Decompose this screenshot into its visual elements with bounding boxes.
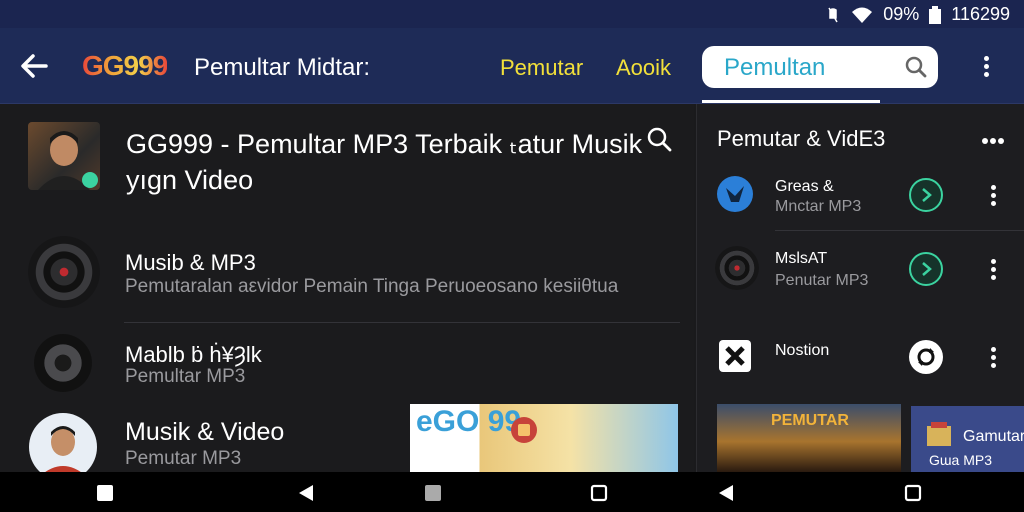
person-photo <box>38 131 98 190</box>
battery-icon <box>929 5 942 24</box>
play-button[interactable] <box>909 178 943 212</box>
app-bar: GG999 Pemultar Midtar: Pemutar Aooik Pem… <box>0 28 1024 104</box>
music-card-thumbnail[interactable]: Gamutar Gɯa MP3 <box>911 406 1024 472</box>
item-menu-icon[interactable] <box>987 344 999 371</box>
side-item-title: Nostion <box>775 342 830 359</box>
search-icon[interactable] <box>904 55 928 79</box>
list-item-subtitle: Pemultar MP3 <box>125 366 246 387</box>
divider <box>124 322 680 323</box>
navigation-bar <box>0 472 1024 512</box>
speaker-icon <box>28 236 100 308</box>
status-indicators: 09% 116299 <box>825 4 1010 25</box>
search-icon[interactable] <box>646 126 672 152</box>
side-item-title: MslsAT <box>775 250 828 267</box>
play-icon <box>922 188 932 202</box>
tab-indicator <box>702 100 880 103</box>
list-item[interactable]: Mablb ḃ ḣ¥Ȝlk Pemultar MP3 <box>0 324 694 404</box>
overflow-menu-icon[interactable] <box>978 53 994 81</box>
side-item-subtitle: Penutar MP3 <box>775 272 869 289</box>
list-item-subtitle: Pemutar MP3 <box>125 448 242 469</box>
list-item[interactable]: Musib & MP3 Pemutaralan aεvidor Pemain T… <box>0 224 694 324</box>
person-avatar <box>29 413 97 476</box>
channel-avatar[interactable] <box>28 122 100 190</box>
wifi-icon <box>852 7 873 23</box>
app-title: Pemultar Midtar: <box>194 54 371 81</box>
back-arrow-icon[interactable] <box>18 50 50 82</box>
list-item-title: Musik & Video <box>125 418 285 446</box>
side-item-title: Greas & <box>775 178 834 195</box>
item-menu-icon[interactable] <box>987 256 999 283</box>
play-button[interactable] <box>909 252 943 286</box>
recents-icon[interactable] <box>96 484 114 502</box>
music-box-icon <box>927 422 951 446</box>
side-panel: Pemutar & VidE3 Greas & Mnctar MP3 MslsA… <box>696 104 1024 472</box>
search-value: Pemultan <box>724 54 826 81</box>
list-item-title: Musib & MP3 <box>125 250 256 275</box>
overview-icon[interactable] <box>590 484 608 502</box>
thumbnail-text: eGO 99 <box>416 405 522 438</box>
side-item-subtitle: Mnctar MP3 <box>775 198 862 215</box>
item-menu-icon[interactable] <box>987 182 999 209</box>
close-box-icon <box>719 340 751 372</box>
main-content: GG999 - Pemultar MP3 Terbaik ₜatur Musik… <box>0 104 694 476</box>
back-icon[interactable] <box>298 484 314 502</box>
clock: 116299 <box>951 4 1010 24</box>
list-item-subtitle: Pemutaralan aεvidor Pemain Tinga Peruoeo… <box>125 276 619 297</box>
home-icon[interactable] <box>424 484 442 502</box>
list-item-title: Mablb ḃ ḣ¥Ȝlk <box>125 342 262 367</box>
side-panel-title: Pemutar & VidE3 <box>717 126 886 151</box>
back-icon[interactable] <box>718 484 734 502</box>
status-bar: 09% 116299 <box>0 0 1024 28</box>
sync-icon <box>917 348 935 366</box>
card-title: Gamutar <box>963 428 1024 445</box>
mute-icon <box>828 7 838 22</box>
app-badge-icon <box>511 417 537 443</box>
card-subtitle: Gɯa MP3 <box>929 452 993 468</box>
speaker-icon <box>715 246 759 290</box>
battery-percent: 09% <box>883 4 920 24</box>
play-icon <box>922 262 932 276</box>
bird-icon <box>717 176 753 212</box>
more-horizontal-icon[interactable] <box>981 132 1005 150</box>
promo-thumbnail[interactable]: eGO 99 <box>410 404 678 472</box>
app-logo: GG999 <box>82 50 168 81</box>
tab-aooik[interactable]: Aooik <box>616 55 671 81</box>
search-input[interactable]: Pemultan <box>702 46 938 88</box>
concert-thumbnail-text: PEMUTAR <box>771 412 849 429</box>
tab-pemutar[interactable]: Pemutar <box>500 55 583 81</box>
page-title: GG999 - Pemultar MP3 Terbaik ₜatur Musik… <box>126 129 643 195</box>
divider <box>775 230 1024 231</box>
sync-button[interactable] <box>909 340 943 374</box>
speaker-icon <box>34 334 92 392</box>
overview-icon[interactable] <box>904 484 922 502</box>
concert-thumbnail[interactable]: PEMUTAR <box>717 404 901 472</box>
